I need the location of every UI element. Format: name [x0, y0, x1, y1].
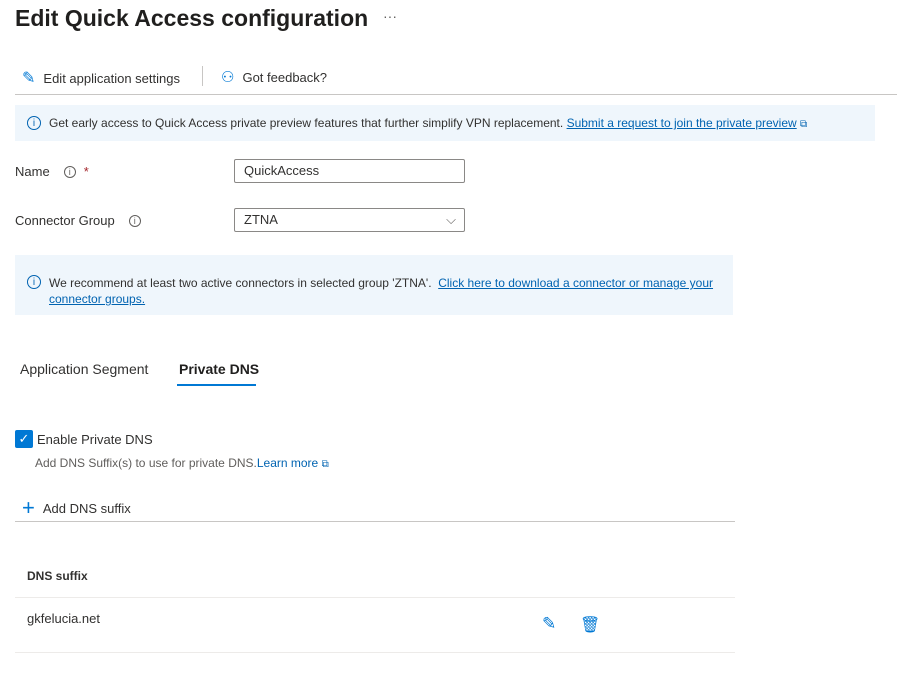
pencil-icon: ✎: [22, 70, 36, 87]
connector-group-label: Connector Group i: [15, 213, 141, 228]
chevron-down-icon: ⌵: [446, 212, 456, 227]
name-label-text: Name: [15, 164, 50, 179]
connector-group-label-text: Connector Group: [15, 213, 115, 228]
plus-icon: +: [22, 495, 35, 520]
more-options-button[interactable]: ···: [383, 8, 397, 24]
column-header-dns-suffix: DNS suffix: [27, 569, 88, 583]
row-divider: [15, 652, 735, 653]
dns-suffix-cell: gkfelucia.net: [27, 611, 100, 626]
toolbar-divider-line: [15, 94, 897, 95]
tab-application-segment[interactable]: Application Segment: [20, 361, 148, 377]
connector-group-select[interactable]: ZTNA ⌵: [234, 208, 465, 232]
checkmark-icon: ✓: [18, 431, 30, 446]
name-input[interactable]: QuickAccess: [234, 159, 465, 183]
info-icon: i: [27, 275, 41, 289]
active-tab-indicator: [177, 384, 256, 386]
info-icon[interactable]: i: [63, 165, 76, 178]
page-title: Edit Quick Access configuration: [15, 5, 369, 31]
connector-recommendation: i We recommend at least two active conne…: [15, 255, 733, 315]
add-dns-label: Add DNS suffix: [42, 500, 131, 516]
preview-banner: i Get early access to Quick Access priva…: [15, 105, 875, 141]
delete-icon[interactable]: 🗑: [580, 615, 600, 635]
banner-text: Get early access to Quick Access private…: [49, 116, 564, 130]
edit-icon[interactable]: ✎: [542, 614, 556, 634]
connector-group-value: ZTNA: [244, 212, 278, 227]
info-icon: i: [27, 116, 41, 130]
private-preview-link[interactable]: Submit a request to join the private pre…: [567, 116, 797, 130]
feedback-icon: ⚇: [221, 69, 235, 86]
row-divider: [15, 597, 735, 598]
learn-more-link[interactable]: Learn more: [257, 456, 318, 470]
required-marker: *: [83, 164, 89, 179]
enable-private-dns-label: Enable Private DNS: [37, 432, 153, 447]
dns-help-text: Add DNS Suffix(s) to use for private DNS…: [35, 456, 329, 470]
edit-application-settings-button[interactable]: ✎ Edit application settings: [22, 68, 180, 88]
connector-info-text: We recommend at least two active connect…: [49, 276, 432, 290]
feedback-button[interactable]: ⚇ Got feedback?: [221, 68, 327, 86]
external-link-icon: ⧉: [800, 119, 808, 130]
external-link-icon: ⧉: [321, 459, 329, 470]
tab-private-dns[interactable]: Private DNS: [179, 361, 259, 377]
dns-help: Add DNS Suffix(s) to use for private DNS…: [35, 456, 257, 470]
divider: [15, 521, 735, 522]
name-label: Name i *: [15, 164, 89, 179]
add-dns-suffix-button[interactable]: + Add DNS suffix: [22, 495, 131, 521]
toolbar-divider: [202, 66, 203, 86]
info-icon[interactable]: i: [128, 214, 141, 227]
feedback-label: Got feedback?: [242, 69, 328, 85]
enable-private-dns-checkbox[interactable]: ✓: [15, 430, 33, 448]
edit-label: Edit application settings: [43, 70, 180, 86]
